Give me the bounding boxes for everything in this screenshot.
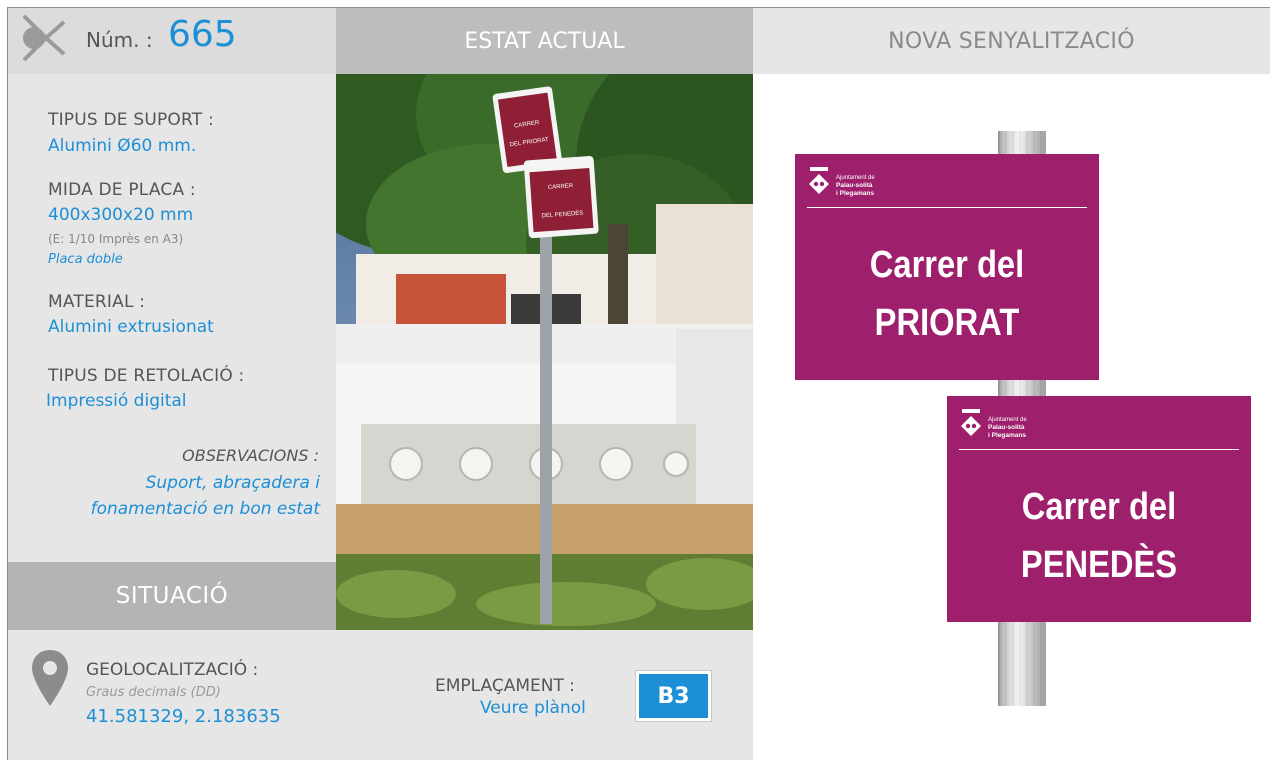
brand-text: Ajuntament de Palau-solità i Plegamans [988, 417, 1027, 440]
sign-title: Carrer del PRIORAT [816, 236, 1077, 352]
tab-current-state: ESTAT ACTUAL [336, 8, 753, 74]
plate-size-label: MIDA DE PLACA : [48, 180, 196, 200]
current-state-photo: CARRER DEL PRIORAT CARRER DEL PENEDÈS [336, 74, 753, 630]
new-sign-priorat: Ajuntament de Palau-solità i Plegamans C… [795, 154, 1099, 380]
brand-small: Ajuntament de [836, 175, 875, 181]
tab-new-signage: NOVA SENYALITZACIÓ [753, 8, 1270, 74]
municipal-brand: Ajuntament de Palau-solità i Plegamans [960, 408, 1027, 440]
crest-icon [961, 409, 981, 436]
record-number-label: Núm. : [86, 28, 153, 52]
map-pin-icon [32, 650, 68, 706]
street-photo-image: CARRER DEL PRIORAT CARRER DEL PENEDÈS [336, 74, 753, 630]
support-type-value: Alumini Ø60 mm. [48, 136, 197, 156]
geolocation-label: GEOLOCALITZACIÓ : [86, 660, 259, 680]
brand-small: Ajuntament de [988, 417, 1027, 423]
sign-divider [959, 449, 1239, 450]
situacio-header: SITUACIÓ [8, 562, 336, 630]
sign-title: Carrer del PENEDÈS [968, 478, 1229, 594]
plate-size-value: 400x300x20 mm [48, 205, 194, 225]
sign-title-line: Carrer del [1021, 486, 1177, 528]
placement-label: EMPLAÇAMENT : [435, 676, 575, 696]
plate-size-note: (E: 1/10 Imprès en A3) [48, 232, 184, 246]
observations-line: fonamentació en bon estat [90, 499, 320, 519]
arrow-logo-icon [22, 14, 66, 62]
lettering-label: TIPUS DE RETOLACIÓ : [48, 366, 245, 386]
record-number: 665 [168, 14, 237, 55]
sign-title-line: PENEDÈS [1020, 544, 1178, 586]
brand-line: Palau-solità [988, 424, 1025, 431]
observations-label: OBSERVACIONS : [182, 446, 319, 465]
lettering-value: Impressió digital [46, 391, 187, 411]
sign-divider [807, 207, 1087, 208]
brand-line: i Plegamans [988, 432, 1026, 439]
observations-line: Suport, abraçadera i [145, 473, 320, 493]
sign-title-line: Carrer del [869, 244, 1025, 286]
placement-code-badge[interactable]: B3 [636, 671, 711, 721]
brand-line: Palau-solità [836, 182, 873, 189]
crest-icon [809, 167, 829, 194]
observations-text: Suport, abraçadera i fonamentació en bon… [20, 470, 320, 522]
geolocation-coordinates: 41.581329, 2.183635 [86, 706, 281, 727]
material-value: Alumini extrusionat [48, 317, 214, 337]
material-label: MATERIAL : [48, 292, 146, 312]
brand-line: i Plegamans [836, 190, 874, 197]
brand-text: Ajuntament de Palau-solità i Plegamans [836, 175, 875, 198]
geolocation-format: Graus decimals (DD) [86, 685, 221, 700]
sign-title-line: PRIORAT [874, 302, 1020, 344]
view-map-link[interactable]: Veure plànol [480, 698, 586, 718]
support-type-label: TIPUS DE SUPORT : [48, 110, 214, 130]
new-sign-penedes: Ajuntament de Palau-solità i Plegamans C… [947, 396, 1251, 622]
plate-type: Placa doble [48, 252, 123, 267]
municipal-brand: Ajuntament de Palau-solità i Plegamans [808, 166, 875, 198]
